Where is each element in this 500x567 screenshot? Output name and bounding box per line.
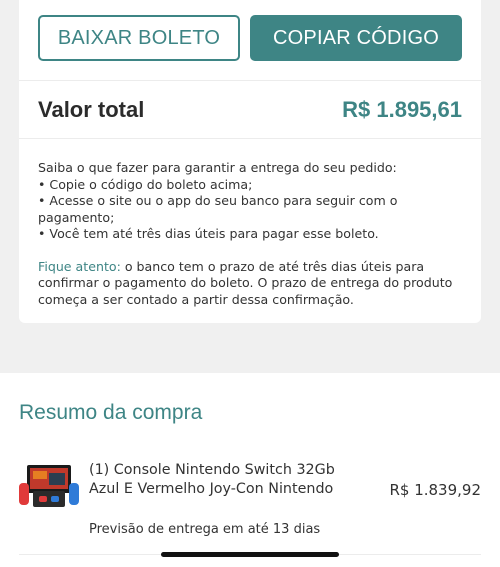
instruction-step: • Acesse o site ou o app do seu banco pa… (38, 193, 398, 225)
purchase-summary: Resumo da compra (1) Console Nintendo Sw… (0, 373, 500, 567)
total-value: R$ 1.895,61 (342, 97, 462, 122)
divider (19, 138, 481, 139)
home-indicator[interactable] (161, 552, 339, 557)
instruction-step: • Copie o código do boleto acima; (38, 176, 253, 192)
instruction-step: • Você tem até três dias úteis para paga… (38, 226, 379, 241)
total-label: Valor total (38, 97, 145, 122)
divider (19, 80, 481, 81)
warning-paragraph: Fique atento: o banco tem o prazo de até… (38, 259, 458, 309)
instructions-block: Saiba o que fazer para garantir a entreg… (38, 160, 458, 308)
summary-title: Resumo da compra (19, 401, 203, 424)
download-boleto-button[interactable]: BAIXAR BOLETO (38, 15, 240, 61)
delivery-estimate: Previsão de entrega em até 13 dias (89, 522, 321, 537)
payment-card: BAIXAR BOLETO COPIAR CÓDIGO Valor total … (19, 0, 481, 323)
product-price: R$ 1.839,92 (389, 481, 481, 499)
warning-title: Fique atento: (38, 258, 121, 274)
product-name[interactable]: (1) Console Nintendo Switch 32Gb Azul E … (89, 461, 339, 499)
copy-code-button[interactable]: COPIAR CÓDIGO (250, 15, 462, 61)
nintendo-switch-console-image (19, 463, 79, 509)
instructions-intro: Saiba o que fazer para garantir a entreg… (38, 160, 397, 175)
